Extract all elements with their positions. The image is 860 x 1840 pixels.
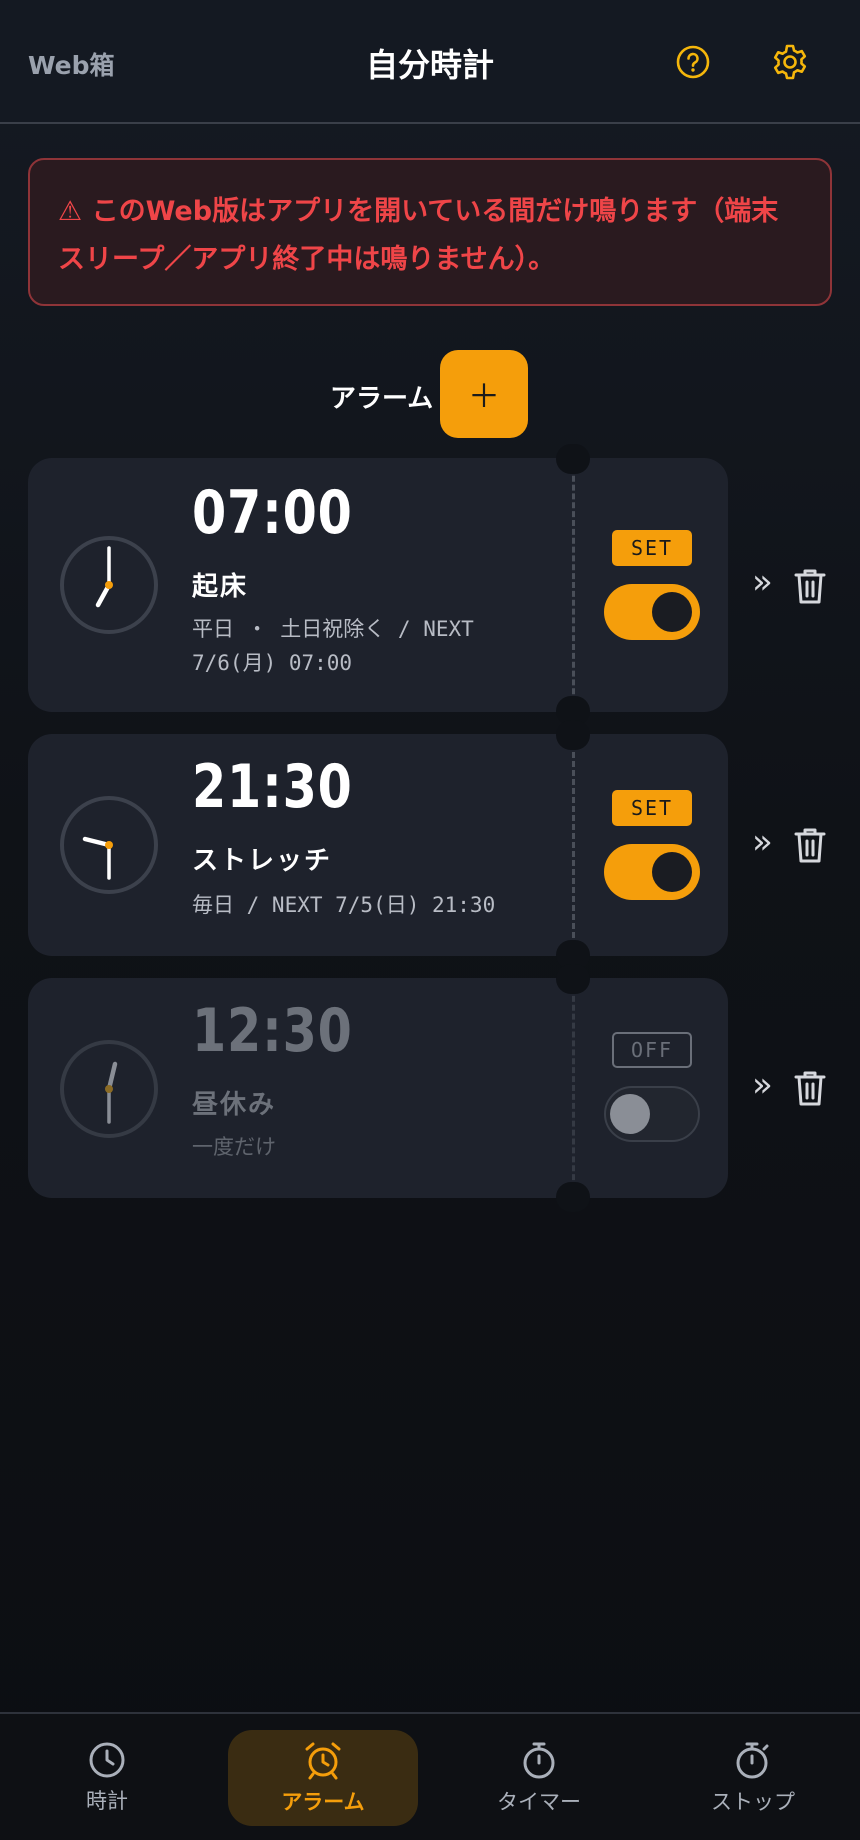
card-perforation	[572, 734, 575, 956]
alarm-name: 昼休み	[192, 1090, 277, 1120]
toggle-knob	[652, 592, 692, 632]
alarm-time: 21:30	[192, 752, 353, 822]
alarm-time: 12:30	[192, 996, 353, 1066]
clock-icon	[89, 1742, 125, 1778]
section-title: アラーム	[330, 384, 434, 414]
warning-banner: ⚠ このWeb版はアプリを開いている間だけ鳴ります（端末スリープ／アプリ終了中は…	[28, 158, 832, 306]
status-badge: SET	[612, 790, 692, 826]
card-notch	[556, 444, 590, 474]
help-button[interactable]	[671, 40, 715, 84]
alarm-schedule: 平日 ・ 土日祝除く / NEXT 7/6(月) 07:00	[192, 617, 474, 675]
nav-item-clock[interactable]: 時計	[12, 1730, 202, 1826]
card-perforation	[572, 458, 575, 712]
settings-button[interactable]	[768, 40, 812, 84]
alarm-toggle[interactable]	[604, 1086, 700, 1142]
app-root: Web箱 自分時計 ⚠ このWeb版はアプリを開いている間だけ鳴ります（端末スリ…	[0, 0, 860, 1840]
brand-name[interactable]: Web箱	[28, 46, 115, 82]
alarm-name: 起床	[192, 572, 249, 602]
expand-chevron-icon[interactable]: »	[752, 1065, 773, 1105]
bottom-nav: 時計 アラーム タイマー ストップ	[0, 1712, 860, 1840]
nav-label: アラーム	[281, 1790, 365, 1814]
trash-icon[interactable]	[792, 567, 828, 605]
alarm-card[interactable]: 07:00 起床 平日 ・ 土日祝除く / NEXT 7/6(月) 07:00 …	[28, 444, 728, 726]
nav-item-timer[interactable]: タイマー	[444, 1730, 634, 1826]
alarm-schedule: 一度だけ	[192, 1135, 276, 1159]
expand-chevron-icon[interactable]: »	[752, 822, 773, 862]
alarm-toggle[interactable]	[604, 584, 700, 640]
timer-icon	[523, 1742, 555, 1779]
alarm-card[interactable]: 12:30 昼休み 一度だけ OFF	[28, 964, 728, 1212]
analog-clock-icon	[60, 796, 158, 894]
card-notch	[556, 1182, 590, 1212]
trash-icon[interactable]	[792, 826, 828, 864]
add-alarm-button[interactable]: ＋	[440, 350, 528, 438]
card-perforation	[572, 978, 575, 1198]
nav-label: ストップ	[711, 1790, 795, 1814]
nav-label: 時計	[86, 1789, 128, 1813]
analog-clock-icon	[60, 1040, 158, 1138]
alarm-time: 07:00	[192, 478, 353, 548]
nav-item-stopwatch[interactable]: ストップ	[658, 1730, 848, 1826]
analog-clock-icon	[60, 536, 158, 634]
card-notch	[556, 964, 590, 994]
alarm-toggle[interactable]	[604, 844, 700, 900]
toggle-knob	[652, 852, 692, 892]
toggle-knob	[610, 1094, 650, 1134]
expand-chevron-icon[interactable]: »	[752, 562, 773, 602]
alarm-clock-icon	[305, 1742, 341, 1780]
warning-text: ⚠ このWeb版はアプリを開いている間だけ鳴ります（端末スリープ／アプリ終了中は…	[58, 196, 779, 275]
stopwatch-icon	[736, 1742, 769, 1779]
status-badge: OFF	[612, 1032, 692, 1068]
nav-item-alarm[interactable]: アラーム	[228, 1730, 418, 1826]
page-title: 自分時計	[365, 46, 494, 84]
alarm-card[interactable]: 21:30 ストレッチ 毎日 / NEXT 7/5(日) 21:30 SET	[28, 720, 728, 970]
nav-label: タイマー	[497, 1790, 581, 1814]
alarm-name: ストレッチ	[192, 846, 333, 876]
status-badge: SET	[612, 530, 692, 566]
trash-icon[interactable]	[792, 1069, 828, 1107]
gear-icon	[773, 44, 807, 80]
help-circle-icon	[676, 45, 710, 79]
card-notch	[556, 720, 590, 750]
header: Web箱 自分時計	[0, 0, 860, 124]
alarm-schedule: 毎日 / NEXT 7/5(日) 21:30	[192, 893, 496, 917]
